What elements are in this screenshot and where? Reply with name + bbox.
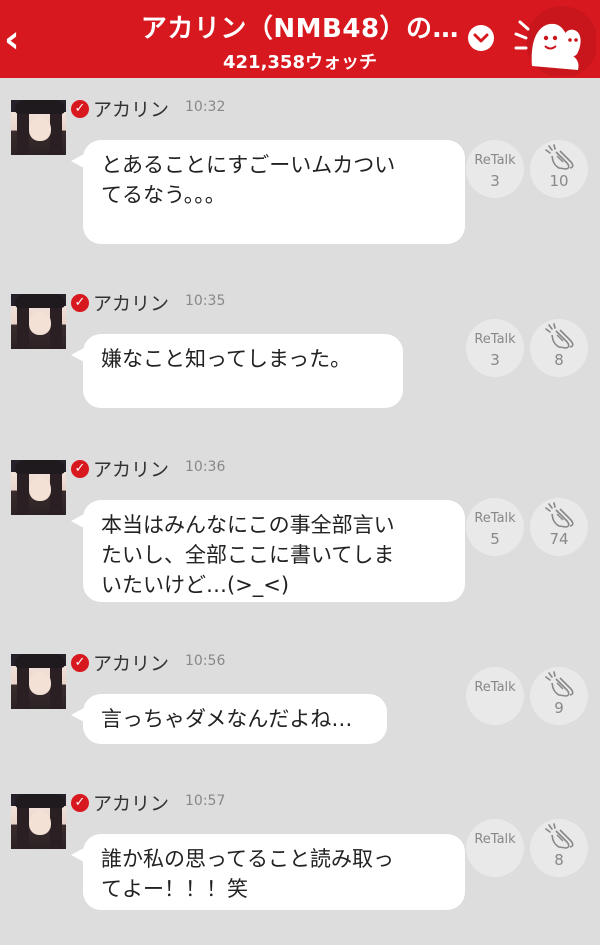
chevron-down-icon[interactable] — [468, 25, 494, 51]
verified-icon: ✓ — [71, 654, 89, 672]
clap-count: 8 — [554, 351, 564, 369]
message-bubble[interactable]: 本当はみんなにこの事全部言い たいし、全部ここに書いてしま いたいけど…(>_<) — [71, 500, 465, 602]
clap-icon — [545, 671, 574, 697]
sender-name: アカリン — [93, 653, 170, 675]
message-text-line: 本当はみんなにこの事全部言い — [101, 513, 395, 537]
mascot-icon[interactable] — [510, 4, 596, 76]
timestamp: 10:35 — [185, 293, 226, 309]
retalk-label: ReTalk — [474, 511, 516, 526]
avatar[interactable] — [11, 460, 66, 515]
sender-name: アカリン — [93, 793, 170, 815]
timestamp: 10:56 — [185, 653, 226, 669]
message-text-line: てるなう。。。 — [101, 183, 226, 207]
timestamp: 10:57 — [185, 793, 226, 809]
message-bubble[interactable]: 嫌なこと知ってしまった。 — [71, 334, 403, 408]
clap-button[interactable]: 9 — [530, 667, 588, 725]
avatar[interactable] — [11, 794, 66, 849]
timestamp: 10:32 — [185, 99, 226, 115]
clap-icon — [545, 502, 574, 528]
retalk-count: 5 — [490, 530, 500, 548]
verified-icon: ✓ — [71, 794, 89, 812]
retalk-button[interactable]: ReTalk — [466, 819, 524, 877]
message-bubble[interactable]: 言っちゃダメなんだよね… — [71, 694, 387, 744]
avatar[interactable] — [11, 654, 66, 709]
clap-count: 10 — [549, 172, 569, 190]
retalk-count: 3 — [490, 172, 500, 190]
message-text-line: とあることにすごーいムカつい — [101, 153, 396, 177]
retalk-button[interactable]: ReTalk 3 — [466, 140, 524, 198]
message-text-line: てよー！！！笑 — [101, 877, 248, 901]
clap-button[interactable]: 74 — [530, 498, 588, 556]
retalk-label: ReTalk — [474, 332, 516, 347]
clap-icon — [545, 144, 574, 170]
clap-count: 9 — [554, 699, 564, 717]
sender-name: アカリン — [93, 293, 170, 315]
message-text-line: 誰か私の思ってること読み取っ — [101, 847, 394, 871]
clap-icon — [545, 323, 574, 349]
clap-icon — [545, 823, 574, 849]
verified-icon: ✓ — [71, 460, 89, 478]
verified-icon: ✓ — [71, 100, 89, 118]
sender-name: アカリン — [93, 459, 170, 481]
message-bubble[interactable]: とあることにすごーいムカつい てるなう。。。 — [71, 140, 465, 244]
message-text-line: 言っちゃダメなんだよね… — [101, 707, 353, 731]
verified-icon: ✓ — [71, 294, 89, 312]
message-bubble[interactable]: 誰か私の思ってること読み取っ てよー！！！笑 — [71, 834, 465, 910]
clap-count: 74 — [549, 530, 569, 548]
message-text-line: たいし、全部ここに書いてしま — [101, 543, 395, 567]
clap-count: 8 — [554, 851, 564, 869]
retalk-button[interactable]: ReTalk 3 — [466, 319, 524, 377]
retalk-button[interactable]: ReTalk — [466, 667, 524, 725]
clap-button[interactable]: 8 — [530, 319, 588, 377]
avatar[interactable] — [11, 100, 66, 155]
retalk-label: ReTalk — [474, 680, 516, 695]
retalk-button[interactable]: ReTalk 5 — [466, 498, 524, 556]
retalk-label: ReTalk — [474, 832, 516, 847]
avatar[interactable] — [11, 294, 66, 349]
timestamp: 10:36 — [185, 459, 226, 475]
clap-button[interactable]: 8 — [530, 819, 588, 877]
retalk-label: ReTalk — [474, 153, 516, 168]
message-text-line: 嫌なこと知ってしまった。 — [101, 347, 352, 371]
clap-button[interactable]: 10 — [530, 140, 588, 198]
app-header: ‹ アカリン（NMB48）の… 421,358ウォッチ — [0, 0, 600, 78]
sender-name: アカリン — [93, 99, 170, 121]
message-text-line: いたいけど…(>_<) — [101, 573, 290, 597]
retalk-count: 3 — [490, 351, 500, 369]
